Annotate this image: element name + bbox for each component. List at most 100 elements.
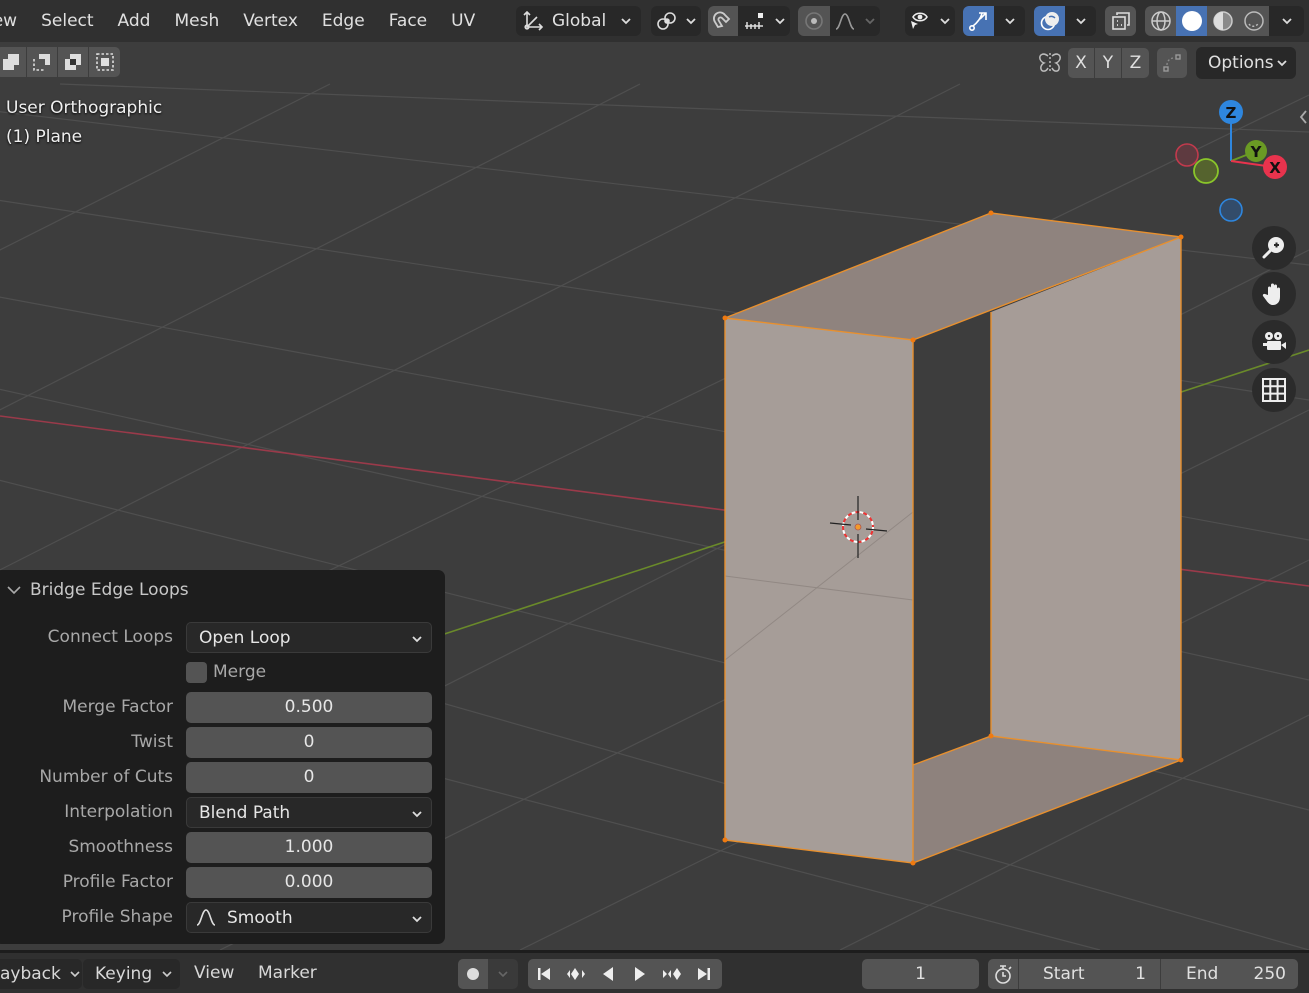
jump-start-icon (538, 968, 550, 980)
playback-controls (528, 959, 722, 989)
prop-number-of-cuts: Number of Cuts 0 (0, 762, 445, 793)
next-keyframe-icon (663, 968, 681, 980)
play-button[interactable] (624, 966, 656, 982)
edge-select-button[interactable] (27, 47, 58, 77)
play-reverse-button[interactable] (592, 966, 624, 982)
playback-label: ayback (0, 964, 61, 984)
keying-dropdown[interactable]: Keying (83, 959, 180, 989)
prop-profile-factor: Profile Factor 0.000 (0, 867, 445, 898)
redo-panel-bridge-edge-loops: Bridge Edge Loops Connect Loops Open Loo… (0, 570, 445, 944)
camera-view-button[interactable] (1252, 320, 1296, 364)
bridged-mesh[interactable] (722, 210, 1184, 866)
object-name: (1) Plane (6, 127, 83, 147)
auto-merge-icon (1163, 54, 1181, 72)
mirror-z-toggle[interactable]: Z (1122, 48, 1149, 78)
mirror-butterfly-icon[interactable] (1037, 50, 1063, 76)
prop-merge: Merge (0, 657, 445, 688)
prop-label: Interpolation (64, 802, 173, 822)
auto-merge-toggle[interactable] (1157, 48, 1187, 78)
end-frame-field[interactable]: End 250 (1161, 959, 1298, 989)
prop-label: Smoothness (68, 837, 173, 857)
box-select-button[interactable] (89, 47, 120, 77)
play-reverse-icon (603, 967, 613, 981)
start-frame-field[interactable]: Start 1 (1019, 959, 1161, 989)
twist-field[interactable]: 0 (186, 727, 432, 758)
end-value: 250 (1253, 964, 1286, 984)
keying-label: Keying (95, 964, 153, 984)
zoom-button[interactable] (1252, 226, 1296, 270)
auto-keying-options[interactable] (488, 970, 518, 978)
auto-keying-toggle[interactable] (458, 959, 488, 989)
record-icon (467, 968, 479, 980)
mirror-axis-group: X Y Z (1068, 48, 1149, 78)
box-select-icon (95, 53, 114, 71)
prop-twist: Twist 0 (0, 727, 445, 758)
end-label: End (1186, 964, 1219, 984)
number-of-cuts-field[interactable]: 0 (186, 762, 432, 793)
gizmo-z-label: Z (1226, 104, 1237, 122)
edge-select-icon (33, 54, 50, 71)
redo-panel-header[interactable]: Bridge Edge Loops (6, 580, 189, 600)
dropdown-value: Open Loop (199, 628, 291, 648)
profile-factor-field[interactable]: 0.000 (186, 867, 432, 898)
view-name: User Orthographic (6, 98, 163, 118)
auto-keying-group (458, 959, 518, 989)
timeline-view-menu[interactable]: View (194, 953, 234, 993)
current-frame-field[interactable]: 1 (862, 959, 979, 989)
use-preview-range-toggle[interactable] (988, 959, 1019, 989)
merge-factor-field[interactable]: 0.500 (186, 692, 432, 723)
perspective-toggle-button[interactable] (1252, 368, 1296, 412)
pan-button[interactable] (1252, 272, 1296, 316)
next-keyframe-button[interactable] (656, 966, 688, 982)
merge-checkbox[interactable] (186, 662, 207, 683)
chevron-down-icon (162, 971, 172, 978)
prop-label: Twist (131, 732, 173, 752)
mirror-x-toggle[interactable]: X (1068, 48, 1095, 78)
chevron-down-icon (411, 798, 423, 829)
jump-to-start-button[interactable] (528, 966, 560, 982)
interpolation-dropdown[interactable]: Blend Path (186, 797, 432, 828)
prop-label: Profile Shape (61, 907, 174, 927)
playback-dropdown[interactable]: ayback (0, 959, 82, 989)
start-value: 1 (1135, 964, 1146, 984)
camera-icon (1263, 332, 1286, 350)
vertex-select-icon (3, 54, 19, 70)
stopwatch-icon (995, 965, 1012, 984)
jump-to-end-button[interactable] (688, 966, 720, 982)
face-select-button[interactable] (58, 47, 89, 77)
prop-smoothness: Smoothness 1.000 (0, 832, 445, 863)
chevron-down-icon (411, 623, 423, 654)
chevron-down-icon (7, 586, 21, 595)
options-dropdown[interactable]: Options (1196, 47, 1296, 79)
gizmo-neg-z[interactable] (1219, 198, 1243, 222)
chevron-down-icon (70, 971, 80, 978)
prop-label: Profile Factor (62, 872, 173, 892)
prop-label: Merge Factor (62, 697, 173, 717)
frame-range-group: Start 1 End 250 (988, 959, 1298, 989)
gizmo-neg-x[interactable] (1175, 143, 1199, 167)
chevron-down-icon (1277, 60, 1287, 67)
gizmo-neg-y[interactable] (1193, 158, 1219, 184)
prop-connect-loops: Connect Loops Open Loop (0, 622, 445, 653)
prop-label: Connect Loops (47, 627, 173, 647)
gizmo-x-label: X (1269, 159, 1281, 177)
prev-keyframe-button[interactable] (560, 966, 592, 982)
profile-shape-dropdown[interactable]: Smooth (186, 902, 432, 933)
prev-keyframe-icon (567, 968, 585, 980)
merge-label[interactable]: Merge (213, 657, 266, 688)
timeline-marker-menu[interactable]: Marker (258, 953, 317, 993)
smoothness-field[interactable]: 1.000 (186, 832, 432, 863)
connect-loops-dropdown[interactable]: Open Loop (186, 622, 432, 653)
grid-icon (1262, 378, 1286, 402)
dropdown-value: Blend Path (199, 803, 291, 823)
prop-label: Number of Cuts (39, 767, 173, 787)
face-select-icon (65, 54, 81, 70)
vertex-select-button[interactable] (0, 47, 27, 77)
select-mode-group (0, 47, 120, 77)
play-icon (635, 967, 645, 981)
dropdown-value: Smooth (227, 908, 293, 928)
mirror-y-toggle[interactable]: Y (1095, 48, 1122, 78)
start-label: Start (1043, 964, 1085, 984)
falloff-smooth-icon (196, 909, 216, 926)
jump-end-icon (698, 968, 710, 980)
